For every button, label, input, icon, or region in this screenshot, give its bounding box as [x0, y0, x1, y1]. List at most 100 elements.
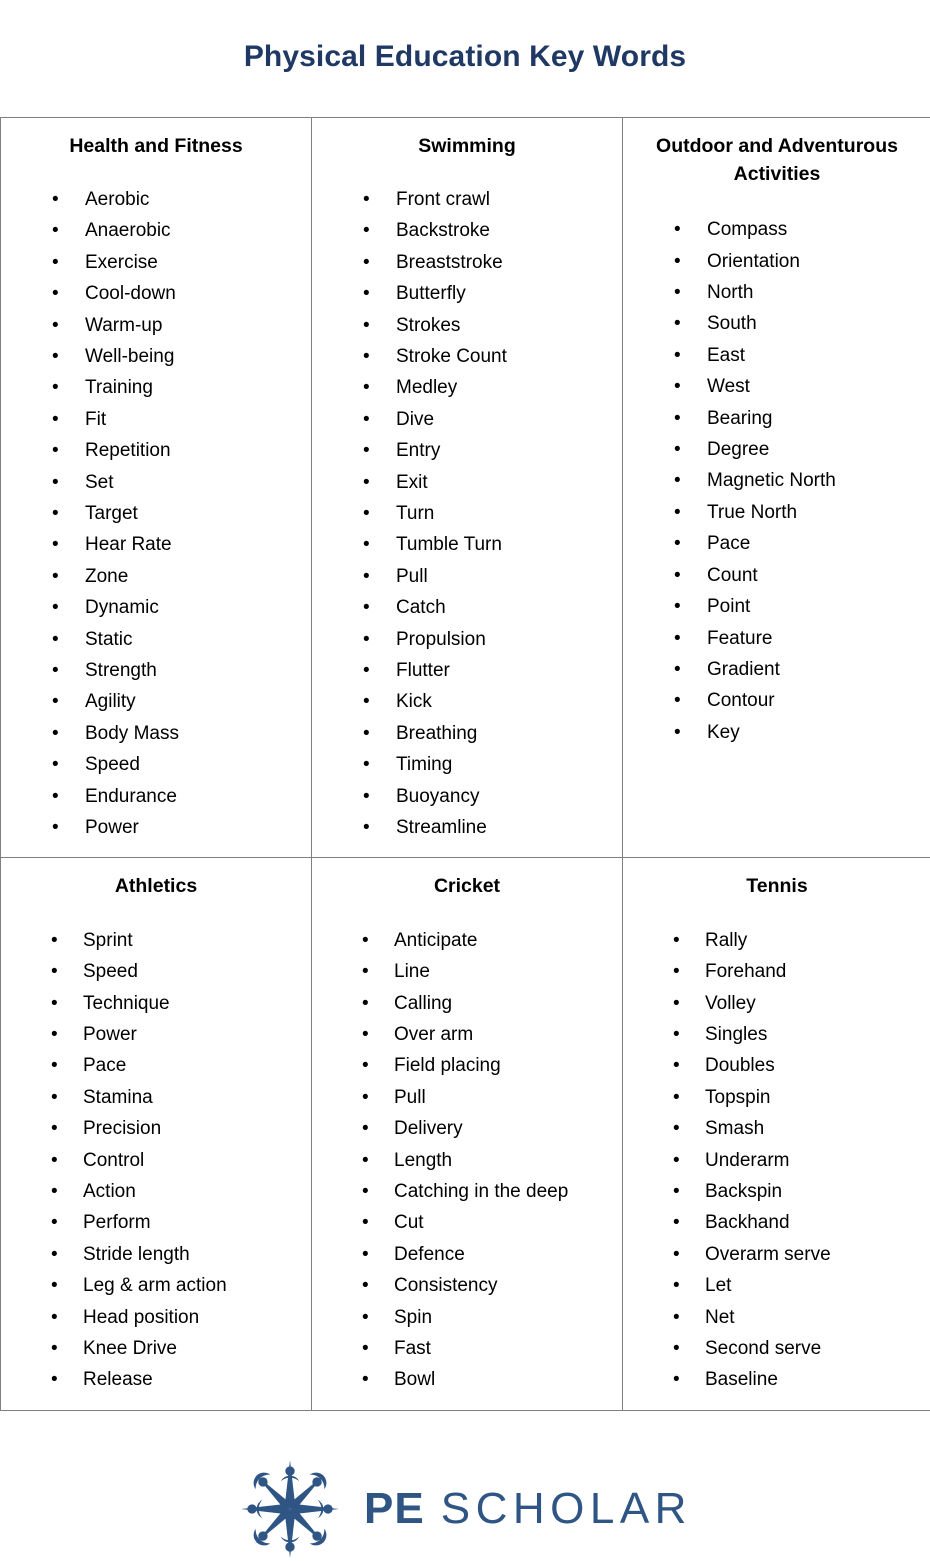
list-item-label: Fit [85, 409, 106, 430]
list-item: •Point [629, 591, 925, 622]
table-row: Athletics •Sprint •Speed •Technique •Pow… [1, 858, 930, 1410]
list-item: •Field placing [318, 1050, 616, 1081]
list-item-label: Power [83, 1024, 137, 1045]
list-item: •Endurance [7, 781, 305, 812]
list-item-label: Length [394, 1150, 452, 1171]
list-item-label: Forehand [705, 961, 786, 982]
bullet-icon: • [363, 278, 370, 309]
list-item-label: Butterfly [396, 283, 466, 304]
bullet-icon: • [52, 749, 59, 780]
list-item-label: Pull [396, 566, 428, 587]
bullet-icon: • [52, 404, 59, 435]
list-item-label: Singles [705, 1024, 767, 1045]
list-item: •Breaststroke [318, 247, 616, 278]
key-word-list-outdoor-and-adventurous-activities: •Compass •Orientation •North •South •Eas… [629, 214, 925, 748]
list-item-label: Precision [83, 1118, 161, 1139]
bullet-icon: • [363, 592, 370, 623]
table-cell-athletics: Athletics •Sprint •Speed •Technique •Pow… [1, 858, 312, 1410]
bullet-icon: • [363, 812, 370, 843]
list-item: •Technique [7, 988, 305, 1019]
cell-content: Athletics •Sprint •Speed •Technique •Pow… [1, 858, 311, 1409]
bullet-icon: • [673, 1333, 680, 1364]
list-item-label: Repetition [85, 440, 171, 461]
list-item-label: Catching in the deep [394, 1181, 568, 1202]
bullet-icon: • [52, 592, 59, 623]
bullet-icon: • [673, 1145, 680, 1176]
list-item: •Target [7, 498, 305, 529]
list-item: •Breathing [318, 718, 616, 749]
list-item: •Warm-up [7, 310, 305, 341]
list-item: •Stamina [7, 1082, 305, 1113]
table-cell-outdoor-and-adventurous-activities: Outdoor and Adventurous Activities •Comp… [623, 117, 930, 858]
list-item: •Backspin [629, 1176, 925, 1207]
list-item: •Dive [318, 404, 616, 435]
list-item-label: Action [83, 1181, 136, 1202]
cell-content: Tennis •Rally •Forehand •Volley •Singles… [623, 858, 930, 1409]
list-item: •Exit [318, 467, 616, 498]
list-item-label: Leg & arm action [83, 1275, 227, 1296]
bullet-icon: • [362, 1364, 369, 1395]
list-item-label: Count [707, 565, 758, 586]
list-item: •North [629, 277, 925, 308]
list-item: •Net [629, 1302, 925, 1333]
bullet-icon: • [673, 925, 680, 956]
list-item: • Pull [318, 1082, 616, 1113]
bullet-icon: • [674, 497, 681, 528]
bullet-icon: • [363, 404, 370, 435]
bullet-icon: • [51, 1207, 58, 1238]
list-item-label: Entry [396, 440, 440, 461]
bullet-icon: • [674, 403, 681, 434]
list-item-label: Pull [394, 1087, 426, 1108]
bullet-icon: • [363, 529, 370, 560]
list-item: •Cut [318, 1207, 616, 1238]
bullet-icon: • [51, 1019, 58, 1050]
bullet-icon: • [674, 560, 681, 591]
list-item-label: Speed [83, 961, 138, 982]
table-body: Health and Fitness •Aerobic •Anaerobic •… [1, 117, 930, 1410]
list-item: •Singles [629, 1019, 925, 1050]
list-item-label: Warm-up [85, 315, 162, 336]
bullet-icon: • [362, 1082, 369, 1113]
brand-name-secondary: SCHOLAR [441, 1484, 692, 1534]
bullet-icon: • [51, 1270, 58, 1301]
list-item: •Hear Rate [7, 529, 305, 560]
bullet-icon: • [362, 988, 369, 1019]
brand-name-primary: PE [364, 1484, 425, 1534]
table-cell-cricket: Cricket •Anticipate •Line •Calling •Over… [312, 858, 623, 1410]
list-item-label: Pace [707, 533, 750, 554]
list-item-label: Streamline [396, 817, 487, 838]
column-header-swimming: Swimming [318, 128, 616, 162]
bullet-icon: • [363, 781, 370, 812]
cell-content: Outdoor and Adventurous Activities •Comp… [623, 118, 930, 762]
list-item-label: Well-being [85, 346, 174, 367]
bullet-icon: • [674, 654, 681, 685]
list-item-label: Endurance [85, 786, 177, 807]
list-item-label: Feature [707, 628, 772, 649]
list-item-label: Kick [396, 691, 432, 712]
list-item: •Orientation [629, 246, 925, 277]
list-item: • Butterfly [318, 278, 616, 309]
list-item-label: Anticipate [394, 930, 477, 951]
page-root: Physical Education Key Words Health and … [0, 20, 930, 1556]
bullet-icon: • [362, 1302, 369, 1333]
list-item: •East [629, 340, 925, 371]
bullet-icon: • [673, 956, 680, 987]
bullet-icon: • [51, 1333, 58, 1364]
bullet-icon: • [363, 310, 370, 341]
bullet-icon: • [362, 1333, 369, 1364]
bullet-icon: • [363, 215, 370, 246]
bullet-icon: • [52, 624, 59, 655]
bullet-icon: • [362, 1019, 369, 1050]
list-item-label: Key [707, 722, 740, 743]
list-item: •Aerobic [7, 184, 305, 215]
list-item-label: Backstroke [396, 220, 490, 241]
list-item-label: Backhand [705, 1212, 790, 1233]
bullet-icon: • [673, 1113, 680, 1144]
list-item: • Forehand [629, 956, 925, 987]
bullet-icon: • [674, 371, 681, 402]
list-item: •Line [318, 956, 616, 987]
list-item-label: Strokes [396, 315, 460, 336]
list-item: •Compass [629, 214, 925, 245]
bullet-icon: • [674, 434, 681, 465]
list-item-label: Magnetic North [707, 470, 836, 491]
